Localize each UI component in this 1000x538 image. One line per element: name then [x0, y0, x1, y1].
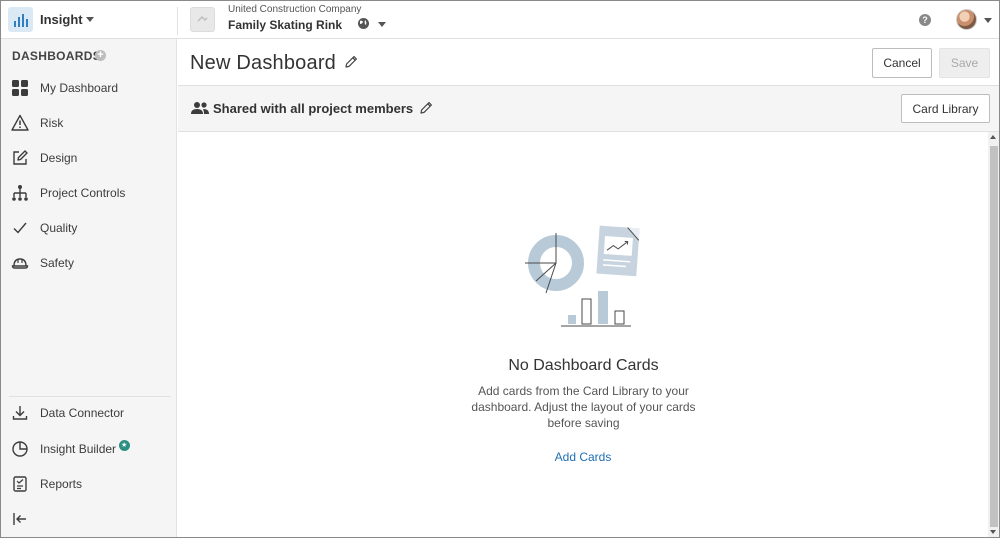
user-menu-caret-icon[interactable] [984, 18, 992, 23]
edit-icon [13, 150, 28, 165]
add-dashboard-icon[interactable]: + [95, 50, 106, 61]
sidebar-item-label: Design [40, 151, 78, 165]
sidebar-item-label: Insight Builder [40, 442, 117, 456]
warning-icon [11, 114, 29, 131]
cancel-button[interactable]: Cancel [872, 48, 932, 78]
dashboard-canvas [178, 132, 988, 537]
sidebar-item-label: Safety [40, 256, 75, 270]
top-bar: Insight United Construction Company Fami… [1, 1, 999, 39]
add-cards-link[interactable]: Add Cards [533, 450, 633, 464]
save-button[interactable]: Save [939, 48, 990, 78]
sidebar-item-insight-builder[interactable]: Insight Builder [1, 434, 177, 464]
sidebar-item-risk[interactable]: Risk [1, 108, 177, 138]
sharing-status: Shared with all project members [213, 101, 414, 116]
divider [177, 7, 178, 35]
grid-icon [12, 80, 28, 96]
sidebar-item-label: Project Controls [40, 186, 126, 200]
card-library-button[interactable]: Card Library [901, 94, 990, 123]
sidebar-item-label: Risk [40, 116, 64, 130]
edit-title-pencil-icon[interactable] [344, 55, 358, 69]
people-icon [191, 102, 209, 114]
hierarchy-icon [12, 185, 28, 201]
user-avatar[interactable] [956, 9, 977, 30]
sidebar-item-data-connector[interactable]: Data Connector [1, 398, 177, 428]
insight-logo-icon[interactable] [8, 7, 33, 32]
app-name[interactable]: Insight [40, 12, 83, 27]
dashboards-section-title: DASHBOARDS [12, 49, 102, 63]
dashboard-header: New Dashboard Cancel Save [178, 39, 999, 86]
collapse-left-icon [13, 513, 26, 525]
sidebar-item-label-wrap: Insight Builder [40, 440, 131, 456]
sidebar-item-label: Reports [40, 477, 83, 491]
project-thumbnail[interactable] [190, 7, 215, 32]
scroll-up-arrow-icon[interactable] [990, 135, 996, 139]
sidebar-item-design[interactable]: Design [1, 143, 177, 173]
app-window: Insight United Construction Company Fami… [0, 0, 1000, 538]
empty-dashboard-illustration [525, 225, 640, 327]
globe-icon [358, 18, 369, 29]
download-icon [12, 406, 28, 420]
collapse-sidebar-button[interactable] [1, 504, 177, 534]
help-icon[interactable]: ? [919, 14, 931, 26]
empty-state-title: No Dashboard Cards [508, 357, 659, 374]
sidebar-item-label: Quality [40, 221, 78, 235]
empty-state-description: Add cards from the Card Library to your … [471, 384, 696, 430]
project-switcher-caret-icon[interactable] [378, 22, 386, 27]
sidebar-item-quality[interactable]: Quality [1, 213, 177, 243]
company-name: United Construction Company [228, 4, 362, 15]
sidebar-item-safety[interactable]: Safety [1, 248, 177, 278]
scroll-thumb[interactable] [990, 146, 998, 527]
vertical-scrollbar[interactable] [988, 132, 999, 537]
star-badge-icon [119, 440, 131, 451]
share-bar: Shared with all project members Card Lib… [178, 86, 999, 132]
hardhat-icon [11, 258, 29, 269]
sidebar-item-label: Data Connector [40, 406, 125, 420]
sidebar-item-label: My Dashboard [40, 81, 119, 95]
project-name[interactable]: Family Skating Rink [228, 18, 342, 32]
edit-sharing-pencil-icon[interactable] [419, 101, 433, 115]
sidebar: DASHBOARDS + My Dashboard Risk Design Pr… [1, 39, 177, 537]
scroll-down-arrow-icon[interactable] [990, 530, 996, 534]
report-icon [13, 476, 27, 492]
page-title: New Dashboard [190, 52, 337, 74]
sidebar-item-reports[interactable]: Reports [1, 469, 177, 499]
check-icon [13, 222, 27, 234]
sidebar-item-my-dashboard[interactable]: My Dashboard [1, 73, 177, 103]
pie-chart-icon [12, 441, 28, 457]
sidebar-divider [9, 396, 171, 397]
sidebar-item-project-controls[interactable]: Project Controls [1, 178, 177, 208]
app-switcher-caret-icon[interactable] [86, 17, 94, 22]
